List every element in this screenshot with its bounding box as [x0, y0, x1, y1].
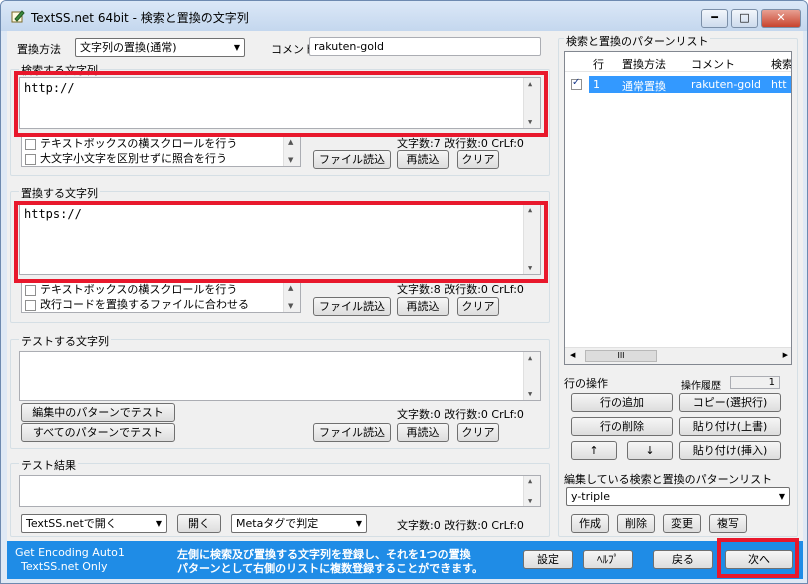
cell-search: htt — [771, 78, 787, 91]
paste-insert-button[interactable]: 貼り付け(挿入) — [679, 441, 781, 460]
scroll-thumb[interactable]: III — [585, 350, 657, 362]
result-group-label: テスト結果 — [19, 457, 78, 473]
status-line-1: Get Encoding Auto1 — [15, 546, 125, 559]
checkbox[interactable] — [25, 284, 36, 296]
test-load-button[interactable]: ファイル読込 — [313, 423, 391, 442]
highlight-replace-box — [14, 201, 548, 283]
test-textarea[interactable]: ▲ ▼ — [19, 351, 541, 401]
change-list-button[interactable]: 変更 — [663, 514, 701, 533]
client-area: 置換方法 文字列の置換(通常) ▼ コメント rakuten-gold 検索する… — [7, 31, 803, 541]
test-stats: 文字数:0 改行数:0 CrLf:0 — [397, 408, 524, 421]
create-list-button[interactable]: 作成 — [571, 514, 609, 533]
method-select[interactable]: 文字列の置換(通常) ▼ — [75, 38, 245, 57]
replace-reload-button[interactable]: 再読込 — [397, 297, 449, 316]
history-label: 操作履歴 — [681, 381, 721, 392]
search-stats: 文字数:7 改行数:0 CrLf:0 — [397, 137, 524, 150]
meta-select[interactable]: Metaタグで判定 ▼ — [231, 514, 367, 533]
settings-button[interactable]: 設定 — [523, 550, 573, 569]
check-icon: ✓ — [572, 77, 581, 88]
checkbox[interactable] — [25, 153, 36, 165]
replace-option-newline[interactable]: 改行コードを置換するファイルに合わせる — [22, 297, 300, 312]
paste-over-button[interactable]: 貼り付け(上書) — [679, 417, 781, 436]
minimize-icon[interactable]: ━ — [701, 9, 728, 28]
move-up-button[interactable]: ↑ — [571, 441, 617, 460]
chevron-down-icon: ▼ — [155, 519, 162, 528]
chevron-down-icon: ▼ — [233, 43, 240, 52]
row-ops-label: 行の操作 — [564, 377, 608, 390]
help-message-2: パターンとして右側のリストに複数登録することができます。 — [177, 562, 484, 575]
checkbox[interactable] — [25, 299, 36, 311]
replace-options-list: テキストボックスの横スクロールを行う 改行コードを置換するファイルに合わせる ▲… — [21, 281, 301, 313]
method-select-value: 文字列の置換(通常) — [80, 41, 177, 54]
options-scrollbar[interactable]: ▲ ▼ — [283, 282, 300, 312]
search-options-list: テキストボックスの横スクロールを行う 大文字小文字を区別せずに照合を行う ▲ ▼ — [21, 135, 301, 167]
replace-option-hscroll[interactable]: テキストボックスの横スクロールを行う — [22, 282, 300, 297]
result-stats: 文字数:0 改行数:0 CrLf:0 — [397, 519, 524, 532]
search-reload-button[interactable]: 再読込 — [397, 150, 449, 169]
test-scrollbar[interactable]: ▲ ▼ — [523, 352, 540, 400]
highlight-next-button — [717, 538, 799, 578]
replace-load-button[interactable]: ファイル読込 — [313, 297, 391, 316]
table-row[interactable]: ✓ 1 通常置換 rakuten-gold htt — [565, 76, 791, 93]
column-method[interactable]: 置換方法 — [622, 56, 666, 72]
test-reload-button[interactable]: 再読込 — [397, 423, 449, 442]
comment-input[interactable]: rakuten-gold — [309, 37, 541, 56]
checkbox[interactable] — [25, 138, 36, 150]
pattern-hscrollbar[interactable]: ◀ III ▶ — [565, 347, 791, 364]
cell-method: 通常置換 — [622, 80, 666, 93]
main-window: TextSS.net 64bit - 検索と置換の文字列 ━ □ ✕ 置換方法 … — [0, 0, 808, 584]
row-checkbox[interactable]: ✓ — [571, 77, 582, 90]
scroll-right-icon[interactable]: ▶ — [783, 351, 788, 359]
pattern-list[interactable]: 行 置換方法 コメント 検索 ✓ 1 通常置換 rakuten-gold htt… — [564, 51, 792, 365]
move-down-button[interactable]: ↓ — [627, 441, 673, 460]
column-search[interactable]: 検索 — [771, 56, 791, 72]
cell-row: 1 — [593, 78, 600, 91]
maximize-icon[interactable]: □ — [731, 9, 758, 28]
editing-list-label: 編集している検索と置換のパターンリスト — [564, 473, 773, 486]
open-with-select[interactable]: TextSS.netで開く ▼ — [21, 514, 167, 533]
copy-row-button[interactable]: コピー(選択行) — [679, 393, 781, 412]
chevron-down-icon: ▼ — [778, 492, 785, 501]
delete-row-button[interactable]: 行の削除 — [571, 417, 673, 436]
bottom-bar: Get Encoding Auto1 TextSS.net Only 左側に検索… — [7, 538, 803, 579]
pattern-list-label: 検索と置換のパターンリスト — [564, 33, 711, 49]
delete-list-button[interactable]: 削除 — [617, 514, 655, 533]
app-icon — [11, 10, 25, 23]
comment-input-value: rakuten-gold — [314, 40, 385, 53]
replace-clear-button[interactable]: クリア — [457, 297, 499, 316]
history-value: 1 — [730, 376, 780, 389]
column-comment[interactable]: コメント — [691, 56, 735, 72]
test-all-button[interactable]: すべてのパターンでテスト — [21, 423, 175, 442]
search-clear-button[interactable]: クリア — [457, 150, 499, 169]
pattern-list-header: 行 置換方法 コメント 検索 — [565, 52, 791, 72]
add-row-button[interactable]: 行の追加 — [571, 393, 673, 412]
search-option-hscroll[interactable]: テキストボックスの横スクロールを行う — [22, 136, 300, 151]
help-button[interactable]: ﾍﾙﾌﾟ — [583, 550, 633, 569]
window-title: TextSS.net 64bit - 検索と置換の文字列 — [31, 11, 249, 25]
test-edit-button[interactable]: 編集中のパターンでテスト — [21, 403, 175, 422]
replace-stats: 文字数:8 改行数:0 CrLf:0 — [397, 283, 524, 296]
scroll-left-icon[interactable]: ◀ — [570, 351, 575, 359]
close-icon[interactable]: ✕ — [761, 9, 801, 28]
status-line-2: TextSS.net Only — [21, 560, 108, 573]
duplicate-list-button[interactable]: 複写 — [709, 514, 747, 533]
search-load-button[interactable]: ファイル読込 — [313, 150, 391, 169]
test-clear-button[interactable]: クリア — [457, 423, 499, 442]
highlight-search-box — [14, 71, 548, 137]
method-label: 置換方法 — [17, 43, 61, 56]
open-button[interactable]: 開く — [177, 514, 221, 533]
row-selection: 1 通常置換 rakuten-gold htt — [589, 76, 791, 93]
cell-comment: rakuten-gold — [691, 78, 762, 91]
chevron-down-icon: ▼ — [355, 519, 362, 528]
search-option-ignorecase[interactable]: 大文字小文字を区別せずに照合を行う — [22, 151, 300, 166]
options-scrollbar[interactable]: ▲ ▼ — [283, 136, 300, 166]
result-textarea[interactable]: ▲ ▼ — [19, 475, 541, 507]
title-bar[interactable]: TextSS.net 64bit - 検索と置換の文字列 ━ □ ✕ — [1, 1, 807, 31]
replace-group-label: 置換する文字列 — [19, 185, 100, 201]
result-scrollbar[interactable]: ▲ ▼ — [523, 476, 540, 506]
back-button[interactable]: 戻る — [653, 550, 713, 569]
editing-list-select[interactable]: y-triple ▼ — [566, 487, 790, 506]
column-row[interactable]: 行 — [593, 56, 604, 72]
test-group-label: テストする文字列 — [19, 333, 111, 349]
